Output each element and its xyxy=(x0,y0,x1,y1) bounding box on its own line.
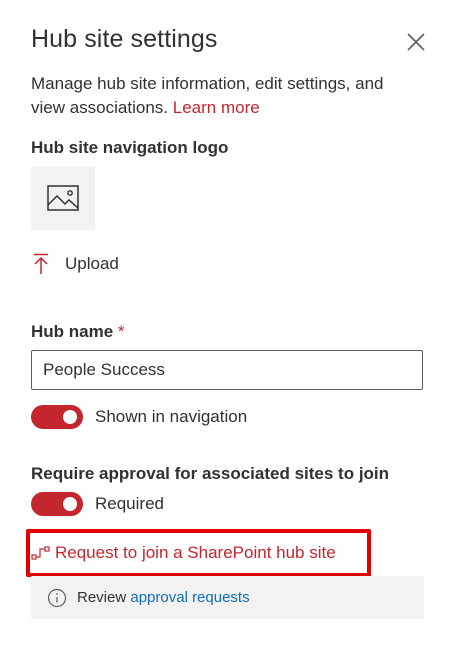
flow-icon xyxy=(31,546,50,560)
shown-in-navigation-label: Shown in navigation xyxy=(95,407,248,426)
info-text: Review approval requests xyxy=(77,589,250,606)
shown-in-navigation-toggle[interactable] xyxy=(31,405,83,429)
toggle-knob xyxy=(63,410,77,424)
hub-name-label-text: Hub name xyxy=(31,322,114,341)
required-marker: * xyxy=(117,322,125,341)
upload-button[interactable]: Upload xyxy=(31,252,119,276)
hub-name-input[interactable] xyxy=(31,350,423,390)
upload-icon xyxy=(34,253,48,274)
learn-more-link[interactable]: Learn more xyxy=(173,98,260,117)
approval-requests-link[interactable]: approval requests xyxy=(130,589,249,606)
require-approval-toggle[interactable] xyxy=(31,492,83,516)
approval-toggle-row: Required xyxy=(31,491,164,517)
close-icon xyxy=(407,33,425,51)
approval-label: Require approval for associated sites to… xyxy=(31,464,390,483)
hub-name-label: Hub name * xyxy=(31,322,125,342)
request-join-label: Request to join a SharePoint hub site xyxy=(55,543,336,562)
info-bar: Review approval requests xyxy=(31,576,424,619)
request-join-link[interactable]: Request to join a SharePoint hub site xyxy=(31,540,336,566)
navigation-toggle-row: Shown in navigation xyxy=(31,404,247,430)
panel-title: Hub site settings xyxy=(31,25,218,53)
info-prefix: Review xyxy=(77,589,127,606)
info-icon xyxy=(47,588,67,607)
image-icon xyxy=(47,185,79,211)
logo-placeholder[interactable] xyxy=(31,166,95,230)
panel-description: Manage hub site information, edit settin… xyxy=(31,72,421,120)
toggle-knob xyxy=(63,497,77,511)
require-approval-label: Required xyxy=(95,494,164,513)
close-button[interactable] xyxy=(404,30,428,54)
upload-label: Upload xyxy=(65,254,119,273)
logo-label: Hub site navigation logo xyxy=(31,138,229,157)
